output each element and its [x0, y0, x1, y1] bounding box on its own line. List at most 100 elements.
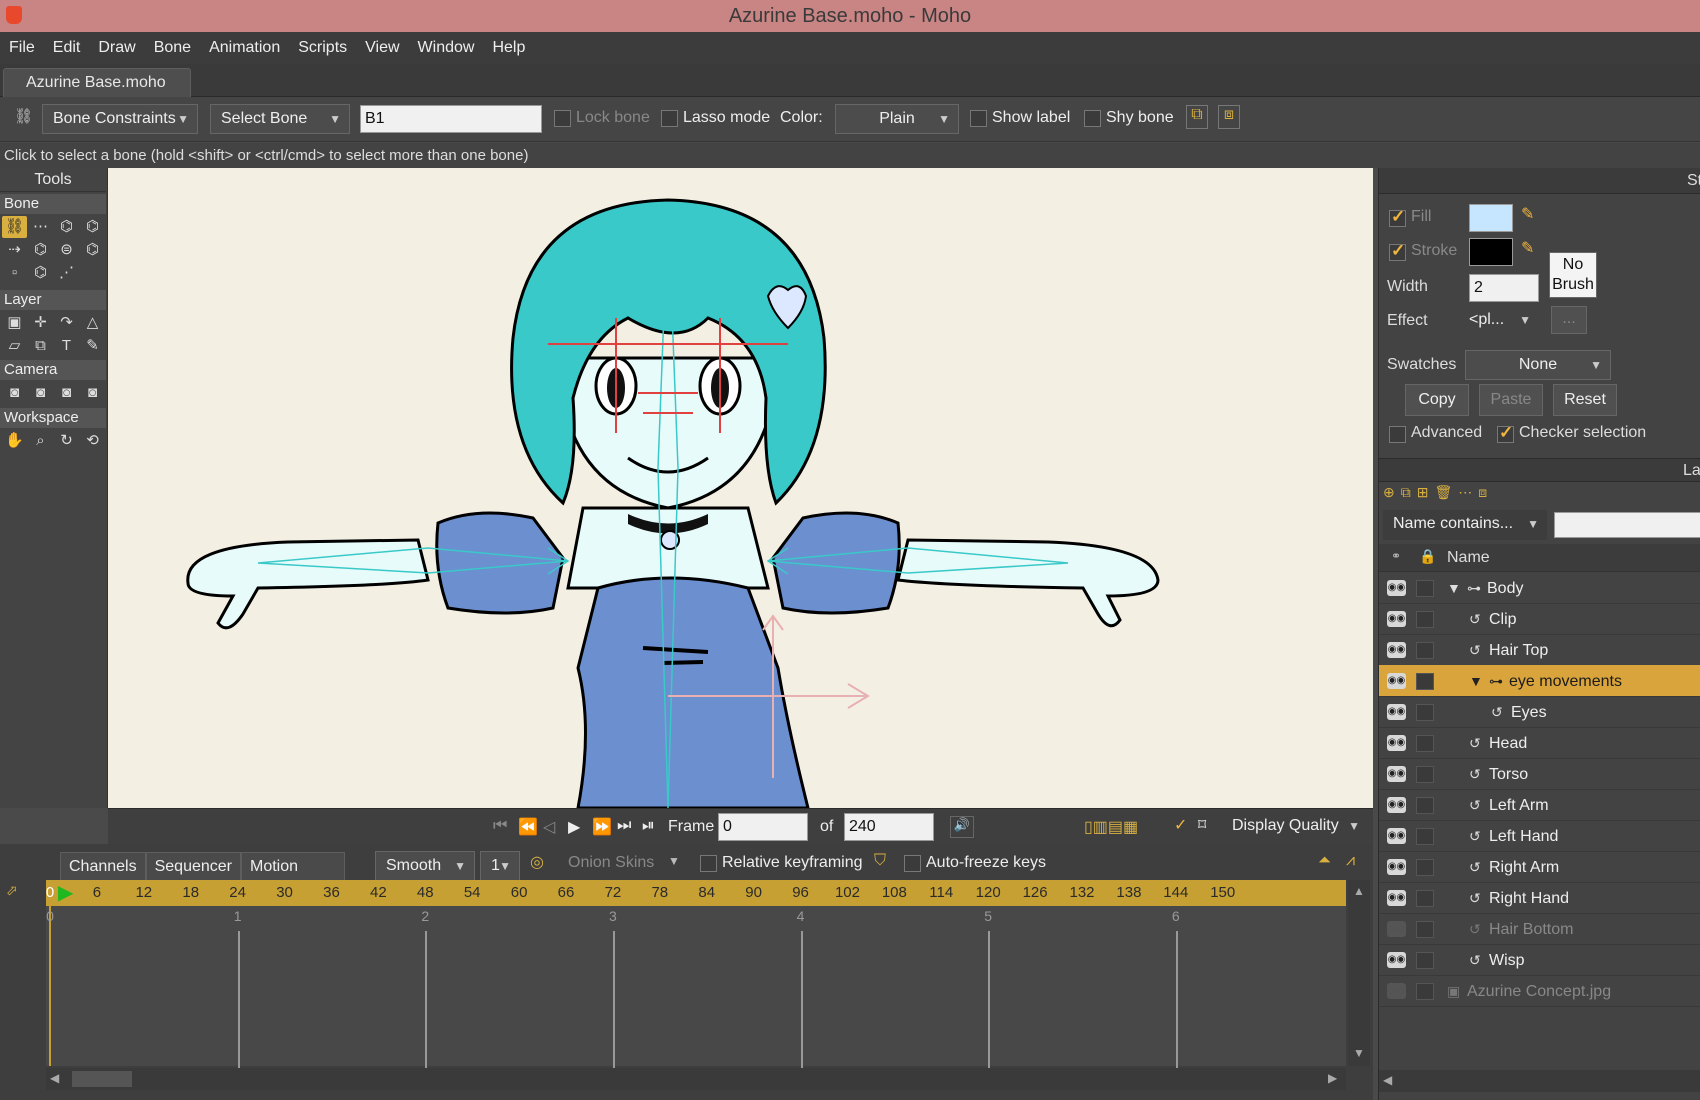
document-tab[interactable]: Azurine Base.moho [3, 68, 191, 98]
layer-lock-box[interactable] [1416, 642, 1434, 659]
width-input[interactable]: 2 [1469, 274, 1539, 302]
eye-icon[interactable]: ◉◉ [1387, 611, 1406, 627]
menu-draw[interactable]: Draw [89, 39, 144, 57]
scroll-down-icon[interactable]: ▼ [1353, 1046, 1365, 1060]
zoom-camera-tool-icon[interactable]: ◙ [28, 382, 53, 404]
orbit-workspace-tool-icon[interactable]: ⟲ [80, 430, 105, 452]
layer-filter-input[interactable] [1554, 512, 1700, 538]
eye-icon[interactable]: ◉◉ [1387, 673, 1406, 689]
step-back-icon[interactable]: ◁ [543, 817, 555, 837]
manipulate-bones-tool-icon[interactable]: ⌬ [80, 239, 105, 261]
playhead[interactable] [49, 906, 51, 1066]
eye-icon[interactable]: ◉◉ [1387, 735, 1406, 751]
scroll-up-icon[interactable]: ▲ [1353, 884, 1365, 898]
select-bone-dropdown[interactable]: Select Bone [210, 104, 350, 134]
eye-icon[interactable]: ◉◉ [1387, 921, 1406, 937]
step-dropdown[interactable]: 1 [480, 851, 520, 881]
layer-name[interactable]: ▼ ⊶ Body [1447, 572, 1523, 605]
layer-lock-box[interactable] [1416, 890, 1434, 907]
onion-skins-label[interactable]: Onion Skins [568, 854, 654, 872]
effect-options-button[interactable]: ... [1551, 306, 1587, 334]
tab-motion-graph[interactable]: Motion Graph [241, 852, 345, 903]
advanced-checkbox[interactable] [1389, 426, 1406, 443]
layer-lock-box[interactable] [1416, 580, 1434, 597]
canvas-viewport[interactable] [108, 168, 1373, 808]
layer-lock-box[interactable] [1416, 921, 1434, 938]
view-layout-icons[interactable]: ▯▥▤▦ [1084, 817, 1138, 837]
bone-option-icon-1[interactable]: ⧉ [1186, 105, 1208, 129]
next-key-icon[interactable]: ⏭ [617, 817, 631, 835]
timeline-tool-icon[interactable]: ⬀ [6, 882, 18, 899]
layer-name[interactable]: ↺ Hair Top [1469, 634, 1548, 667]
scroll-left-icon[interactable]: ◀ [50, 1071, 59, 1085]
frame-input[interactable]: 0 [718, 813, 808, 841]
rotate-workspace-tool-icon[interactable]: ↻ [54, 430, 79, 452]
eye-icon[interactable]: ◉◉ [1387, 704, 1406, 720]
bind-layer-tool-icon[interactable]: ▫ [2, 262, 27, 284]
timeline-tracks[interactable]: 0 1 2 3 4 5 6 [46, 906, 1346, 1071]
color-dropdown[interactable]: Plain [835, 104, 959, 134]
more-options-icon[interactable]: ⋯ [1458, 484, 1472, 506]
layers-scroll-left-icon[interactable]: ◀ [1383, 1073, 1392, 1087]
layer-name[interactable]: ↺ Right Hand [1469, 882, 1569, 915]
timeline-vscroll[interactable]: ▲ ▼ [1348, 880, 1370, 1066]
eye-icon[interactable]: ◉◉ [1387, 952, 1406, 968]
rewind-icon[interactable]: ⏮ [493, 817, 507, 835]
layer-lock-box[interactable] [1416, 859, 1434, 876]
text-tool-icon[interactable]: T [54, 335, 79, 357]
eye-icon[interactable]: ◉◉ [1387, 642, 1406, 658]
rotate-bone-tool-icon[interactable]: ⌬ [80, 216, 105, 238]
scroll-right-icon[interactable]: ▶ [1328, 1071, 1337, 1085]
layer-name[interactable]: ↺ Right Arm [1469, 851, 1559, 884]
layer-name[interactable]: ↺ Torso [1469, 758, 1528, 791]
expand-triangle-icon[interactable]: ▼ [1447, 572, 1467, 604]
layer-row[interactable]: ◉◉ ▼ ⊶ eye movements [1379, 665, 1700, 697]
total-frames-input[interactable]: 240 [844, 813, 934, 841]
roll-camera-tool-icon[interactable]: ◙ [54, 382, 79, 404]
layer-name[interactable]: ↺ Eyes [1491, 696, 1547, 729]
select-bone-tool-icon[interactable]: ⛓ [2, 216, 27, 238]
layer-name[interactable]: ▣ Azurine Concept.jpg [1447, 975, 1611, 1008]
bone-strength-tool-icon[interactable]: ⊜ [54, 239, 79, 261]
interpolation-dropdown[interactable]: Smooth [375, 851, 475, 881]
fast-forward-icon[interactable]: ⏯ [642, 817, 655, 835]
relative-keyframing-checkbox[interactable] [700, 855, 717, 872]
layer-lock-box[interactable] [1416, 673, 1434, 690]
layer-name[interactable]: ↺ Head [1469, 727, 1527, 760]
show-label-checkbox[interactable] [970, 110, 987, 127]
fill-checkbox[interactable] [1389, 207, 1406, 227]
shy-bone-checkbox[interactable] [1084, 110, 1101, 127]
layer-row[interactable]: ◉◉ ↺ Right Arm [1379, 851, 1700, 883]
name-column-header[interactable]: Name [1447, 549, 1490, 567]
fill-pencil-icon[interactable]: ✎ [1521, 204, 1534, 224]
reparent-bone-tool-icon[interactable]: ⌬ [28, 239, 53, 261]
reset-button[interactable]: Reset [1553, 384, 1617, 416]
scale-layer-tool-icon[interactable]: △ [80, 312, 105, 334]
layer-row[interactable]: ◉◉ ↺ Left Hand [1379, 820, 1700, 852]
stroke-checkbox[interactable] [1389, 241, 1406, 261]
expand-triangle-icon[interactable]: ▼ [1469, 665, 1489, 697]
layer-row[interactable]: ◉◉ ↺ Torso [1379, 758, 1700, 790]
no-brush-button[interactable]: No Brush [1549, 252, 1597, 298]
zoom-tool-icon[interactable]: ⌕ [28, 430, 53, 452]
lasso-mode-checkbox[interactable] [661, 110, 678, 127]
copy-layer-icon[interactable]: ⊞ [1417, 484, 1429, 506]
stroke-color-swatch[interactable] [1469, 238, 1513, 266]
menu-scripts[interactable]: Scripts [289, 39, 356, 57]
copy-button[interactable]: Copy [1405, 384, 1469, 416]
onion-dropdown-icon[interactable]: ▼ [668, 854, 680, 868]
paste-button[interactable]: Paste [1479, 384, 1543, 416]
eye-icon[interactable]: ◉◉ [1387, 828, 1406, 844]
tab-channels[interactable]: Channels [60, 852, 146, 882]
menu-window[interactable]: Window [409, 39, 484, 57]
layer-row[interactable]: ◉◉ ↺ Hair Top [1379, 634, 1700, 666]
eye-icon[interactable]: ◉◉ [1387, 797, 1406, 813]
eye-icon[interactable]: ◉◉ [1387, 983, 1406, 999]
timeline-hscroll[interactable]: ◀ ▶ [46, 1068, 1346, 1090]
playhead-marker-icon[interactable]: ▶ [58, 882, 73, 904]
layer-name[interactable]: ▼ ⊶ eye movements [1469, 665, 1622, 698]
layers-panel-tab[interactable]: La [1683, 462, 1700, 480]
layer-settings-icon[interactable]: ⧈ [1478, 484, 1487, 506]
onion-icon[interactable]: ◎ [530, 852, 544, 872]
checkmark-icon[interactable]: ✓ [1174, 815, 1187, 835]
